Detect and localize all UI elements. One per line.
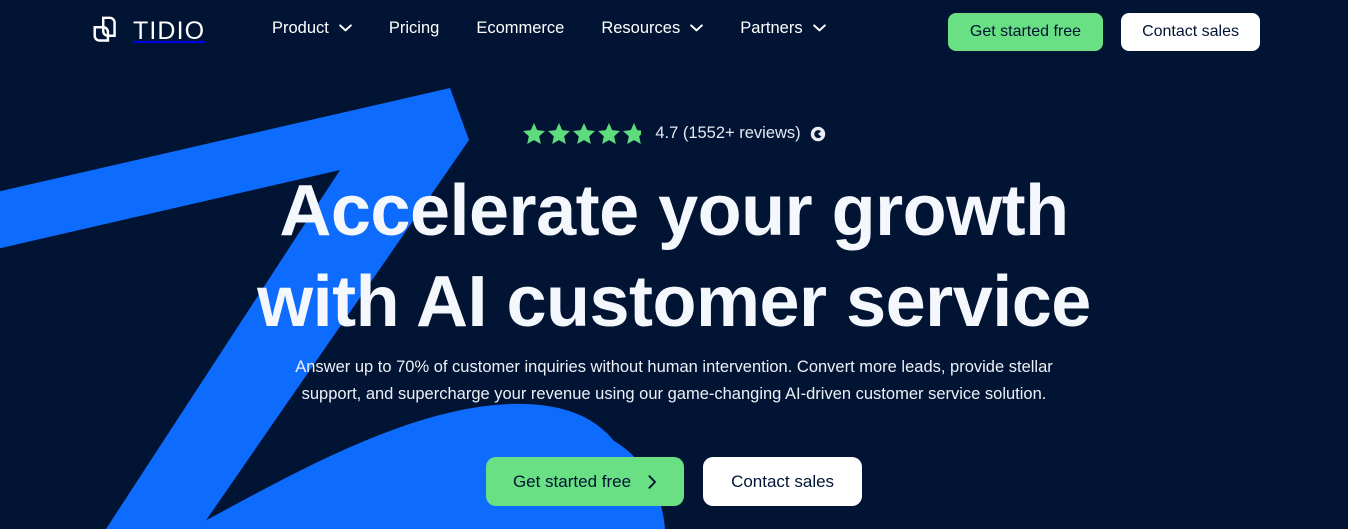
star-icon — [523, 123, 546, 144]
nav-label: Partners — [740, 19, 803, 37]
nav-label: Ecommerce — [476, 19, 565, 37]
hero-get-started-label: Get started free — [512, 471, 632, 491]
hero-get-started-button[interactable]: Get started free — [485, 457, 685, 506]
star-icon-partial — [623, 123, 642, 144]
hero-cta-row: Get started free Contact sales — [0, 457, 1348, 506]
star-rating — [522, 122, 646, 145]
headline-line-1: Accelerate your growth — [279, 171, 1069, 251]
tidio-logo-icon — [93, 16, 116, 42]
nav-label: Product — [272, 19, 329, 37]
nav-item-ecommerce[interactable]: Ecommerce — [476, 20, 564, 37]
hero-page: TIDIO Product Pricing Ecommerce Resource… — [0, 0, 1348, 529]
site-header: TIDIO Product Pricing Ecommerce Resource… — [0, 0, 1348, 64]
logo-link[interactable]: TIDIO — [90, 13, 205, 51]
star-icon — [548, 123, 571, 144]
rating-row: 4.7 (1552+ reviews) — [0, 122, 1348, 145]
chevron-right-icon — [648, 474, 657, 489]
headline-line-2: with AI customer service — [257, 261, 1091, 342]
hero-subtitle: Answer up to 70% of customer inquiries w… — [295, 358, 1053, 403]
chevron-down-icon — [690, 24, 704, 32]
header-contact-sales-button[interactable]: Contact sales — [1121, 13, 1260, 51]
logo-text: TIDIO — [133, 16, 206, 45]
star-icon — [598, 123, 621, 144]
header-actions: Get started free Contact sales — [947, 13, 1260, 51]
nav-label: Pricing — [388, 19, 440, 37]
chevron-down-icon — [812, 24, 826, 32]
nav-item-product[interactable]: Product — [272, 20, 352, 37]
hero-section: 4.7 (1552+ reviews) Accelerate your grow… — [0, 0, 1348, 529]
page-title: Accelerate your growth with AI customer … — [0, 166, 1348, 347]
nav-label: Resources — [601, 19, 681, 37]
nav-item-partners[interactable]: Partners — [740, 19, 826, 37]
nav-item-pricing[interactable]: Pricing — [389, 20, 439, 37]
g2-badge-icon — [810, 126, 825, 141]
header-get-started-button[interactable]: Get started free — [947, 13, 1104, 51]
main-navigation: Product Pricing Ecommerce Resources Part… — [272, 20, 826, 37]
hero-contact-sales-button[interactable]: Contact sales — [703, 457, 863, 506]
star-icon — [573, 123, 596, 144]
chevron-down-icon — [339, 24, 352, 32]
nav-item-resources[interactable]: Resources — [601, 19, 704, 37]
rating-text: 4.7 (1552+ reviews) — [655, 124, 801, 143]
